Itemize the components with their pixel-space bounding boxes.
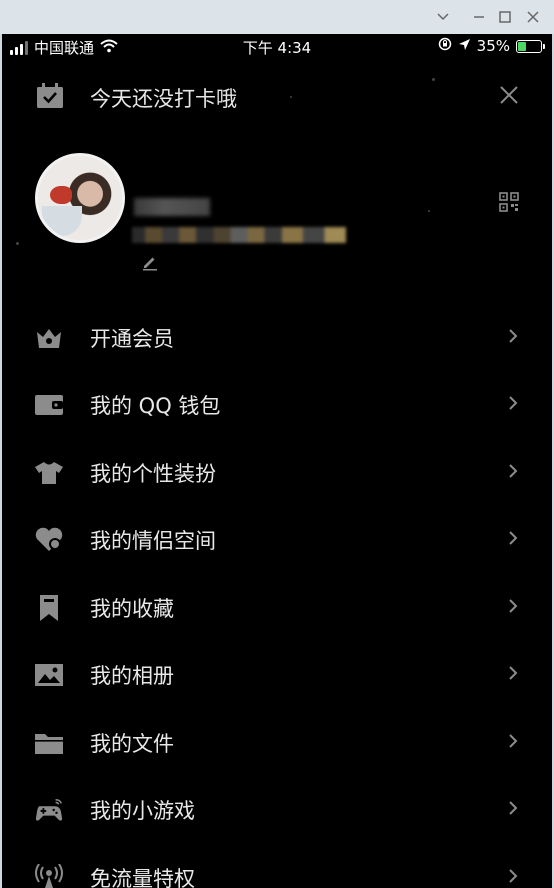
phone-screen: 中国联通 下午 4:34 35% 今天还没打卡哦 开通会员 我的 QQ 钱包 我… bbox=[2, 34, 552, 888]
menu-item-label: 我的个性装扮 bbox=[90, 461, 216, 486]
window-titlebar bbox=[0, 0, 554, 34]
crown-icon bbox=[34, 323, 64, 353]
menu-item-label: 我的情侣空间 bbox=[90, 529, 216, 554]
star-decoration bbox=[16, 242, 19, 245]
chevron-right-icon bbox=[508, 665, 518, 685]
avatar[interactable] bbox=[35, 153, 125, 243]
menu-item-label: 开通会员 bbox=[90, 326, 174, 351]
battery-icon bbox=[516, 39, 545, 53]
photo-icon bbox=[34, 660, 64, 690]
menu-item-label: 我的小游戏 bbox=[90, 799, 195, 824]
minimize-icon[interactable] bbox=[467, 6, 491, 28]
dropdown-icon[interactable] bbox=[431, 6, 455, 28]
wallet-icon bbox=[34, 390, 64, 420]
chevron-right-icon bbox=[508, 868, 518, 888]
close-icon[interactable] bbox=[496, 82, 522, 108]
chevron-right-icon bbox=[508, 598, 518, 618]
chevron-right-icon bbox=[508, 463, 518, 483]
antenna-icon bbox=[34, 863, 64, 888]
menu-item-album[interactable]: 我的相册 bbox=[2, 642, 552, 710]
star-decoration bbox=[428, 210, 430, 212]
bookmark-icon bbox=[34, 593, 64, 623]
checkin-banner[interactable]: 今天还没打卡哦 bbox=[2, 78, 552, 114]
drawer-menu: 开通会员 我的 QQ 钱包 我的个性装扮 我的情侣空间 我的收藏 我的相册 我的… bbox=[2, 304, 552, 888]
menu-item-games[interactable]: 我的小游戏 bbox=[2, 777, 552, 845]
gamepad-icon bbox=[34, 795, 64, 825]
menu-item-label: 免流量特权 bbox=[90, 866, 195, 888]
blurred-nickname bbox=[134, 198, 210, 216]
location-icon bbox=[458, 37, 471, 55]
menu-item-label: 我的相册 bbox=[90, 664, 174, 689]
menu-item-files[interactable]: 我的文件 bbox=[2, 709, 552, 777]
menu-item-wallet[interactable]: 我的 QQ 钱包 bbox=[2, 372, 552, 440]
status-bar: 中国联通 下午 4:34 35% bbox=[2, 34, 552, 58]
menu-item-label: 我的 QQ 钱包 bbox=[90, 394, 221, 419]
folder-icon bbox=[34, 728, 64, 758]
qr-code-icon[interactable] bbox=[499, 192, 519, 216]
blurred-signature bbox=[132, 227, 346, 243]
orientation-lock-icon bbox=[438, 37, 452, 55]
menu-item-theme[interactable]: 我的个性装扮 bbox=[2, 439, 552, 507]
menu-item-couple[interactable]: 我的情侣空间 bbox=[2, 507, 552, 575]
heart-icon bbox=[34, 525, 64, 555]
tshirt-icon bbox=[34, 458, 64, 488]
maximize-icon[interactable] bbox=[493, 6, 517, 28]
menu-item-label: 我的文件 bbox=[90, 731, 174, 756]
menu-item-vip[interactable]: 开通会员 bbox=[2, 304, 552, 372]
chevron-right-icon bbox=[508, 733, 518, 753]
chevron-right-icon bbox=[508, 328, 518, 348]
chevron-right-icon bbox=[508, 395, 518, 415]
edit-icon[interactable] bbox=[141, 253, 159, 275]
menu-item-label: 我的收藏 bbox=[90, 596, 174, 621]
chevron-right-icon bbox=[508, 530, 518, 550]
checkin-text: 今天还没打卡哦 bbox=[90, 87, 237, 111]
calendar-check-icon bbox=[35, 82, 65, 114]
chevron-right-icon bbox=[508, 800, 518, 820]
menu-item-free-data[interactable]: 免流量特权 bbox=[2, 844, 552, 888]
battery-percent: 35% bbox=[476, 37, 510, 55]
menu-item-favorites[interactable]: 我的收藏 bbox=[2, 574, 552, 642]
window-close-icon[interactable] bbox=[521, 6, 545, 28]
